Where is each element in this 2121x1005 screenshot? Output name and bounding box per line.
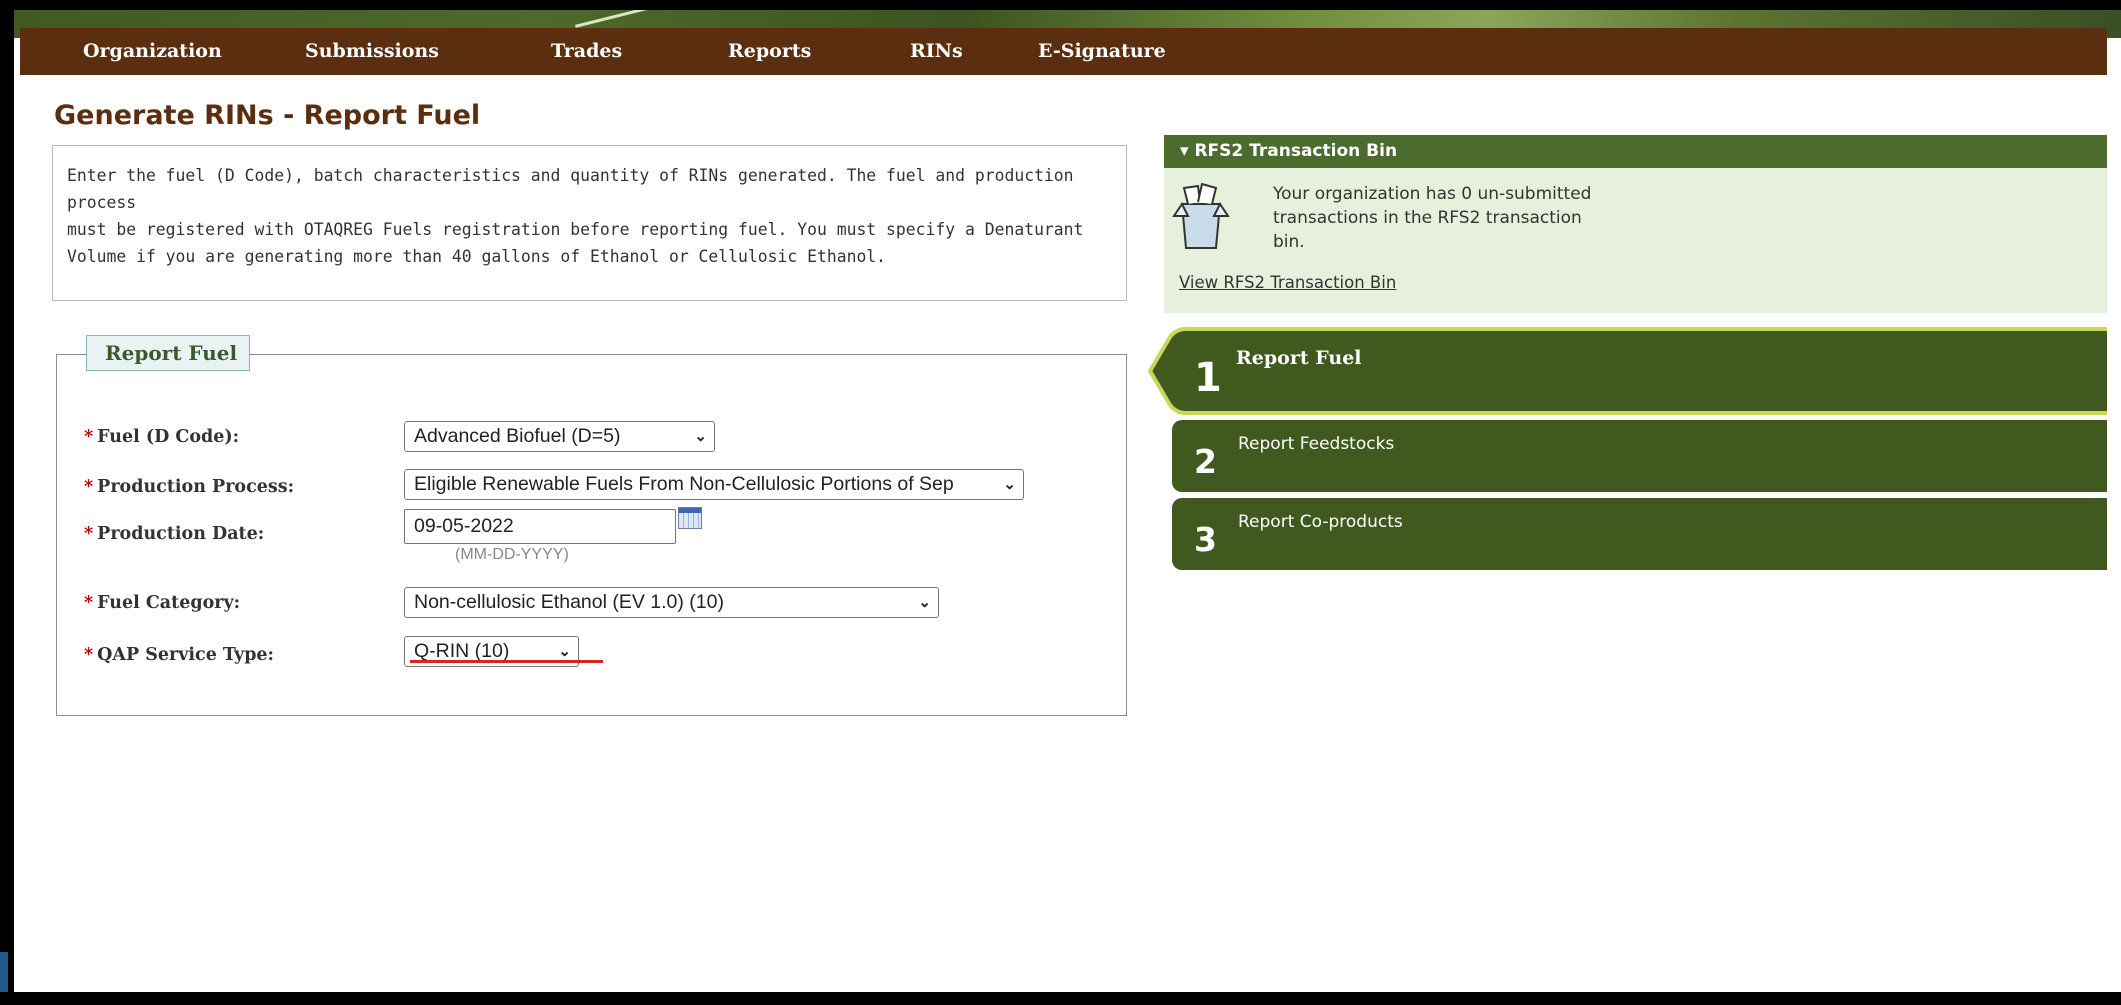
nav-rins[interactable]: RINs (910, 28, 963, 75)
fuel-dcode-label: * Fuel (D Code): (84, 427, 240, 447)
nav-reports[interactable]: Reports (728, 28, 811, 75)
active-step-shape (1148, 327, 2107, 415)
step-report-feedstocks[interactable]: 2 Report Feedstocks (1172, 420, 2107, 492)
calendar-icon[interactable] (678, 507, 702, 529)
instructions-line-2: must be registered with OTAQREG Fuels re… (67, 220, 1084, 239)
main-nav: Organization Submissions Trades Reports … (20, 28, 2107, 75)
production-process-select[interactable]: Eligible Renewable Fuels From Non-Cellul… (404, 469, 1024, 500)
required-marker: * (84, 427, 94, 447)
page-title: Generate RINs - Report Fuel (54, 100, 481, 131)
qap-service-type-label: * QAP Service Type: (84, 645, 275, 665)
required-marker: * (84, 477, 94, 497)
transaction-bin-icon (1172, 182, 1230, 249)
instructions-line-3: Volume if you are generating more than 4… (67, 247, 887, 266)
step-number: 2 (1194, 442, 1217, 481)
required-marker: * (84, 593, 94, 613)
required-marker: * (84, 645, 94, 665)
nav-submissions[interactable]: Submissions (305, 28, 439, 75)
chevron-down-icon: ⌄ (694, 428, 707, 445)
fuel-dcode-select[interactable]: Advanced Biofuel (D=5) ⌄ (404, 421, 715, 452)
nav-e-signature[interactable]: E-Signature (1038, 28, 1166, 75)
required-marker: * (84, 524, 94, 544)
fuel-category-select[interactable]: Non-cellulosic Ethanol (EV 1.0) (10) ⌄ (404, 587, 939, 618)
transaction-bin-header[interactable]: ▾ RFS2 Transaction Bin (1164, 135, 2107, 168)
step-label: Report Co-products (1238, 512, 1403, 532)
nav-organization[interactable]: Organization (83, 28, 222, 75)
nav-trades[interactable]: Trades (551, 28, 622, 75)
step-report-fuel[interactable]: 1 Report Fuel (1148, 327, 2107, 415)
step-number: 1 (1194, 355, 1222, 401)
step-number: 3 (1194, 520, 1217, 559)
date-format-hint: (MM-DD-YYYY) (455, 546, 569, 563)
chevron-down-icon: ⌄ (918, 594, 931, 611)
chevron-down-icon: ⌄ (1003, 476, 1016, 493)
production-date-input[interactable]: 09-05-2022 (404, 509, 676, 544)
transaction-bin-message: Your organization has 0 un-submitted tra… (1273, 184, 1592, 252)
highlight-underline (410, 660, 603, 663)
production-date-label: * Production Date: (84, 524, 265, 544)
instructions-box: Enter the fuel (D Code), batch character… (52, 145, 1127, 301)
fuel-category-label: * Fuel Category: (84, 593, 241, 613)
step-report-co-products[interactable]: 3 Report Co-products (1172, 498, 2107, 570)
view-transaction-bin-link[interactable]: View RFS2 Transaction Bin (1179, 273, 1396, 292)
step-label: Report Feedstocks (1238, 434, 1395, 454)
edge-accent (0, 952, 8, 992)
report-fuel-legend: Report Fuel (86, 335, 250, 371)
production-process-label: * Production Process: (84, 477, 295, 497)
instructions-line-1: Enter the fuel (D Code), batch character… (67, 166, 1074, 212)
step-label: Report Fuel (1236, 347, 1362, 369)
